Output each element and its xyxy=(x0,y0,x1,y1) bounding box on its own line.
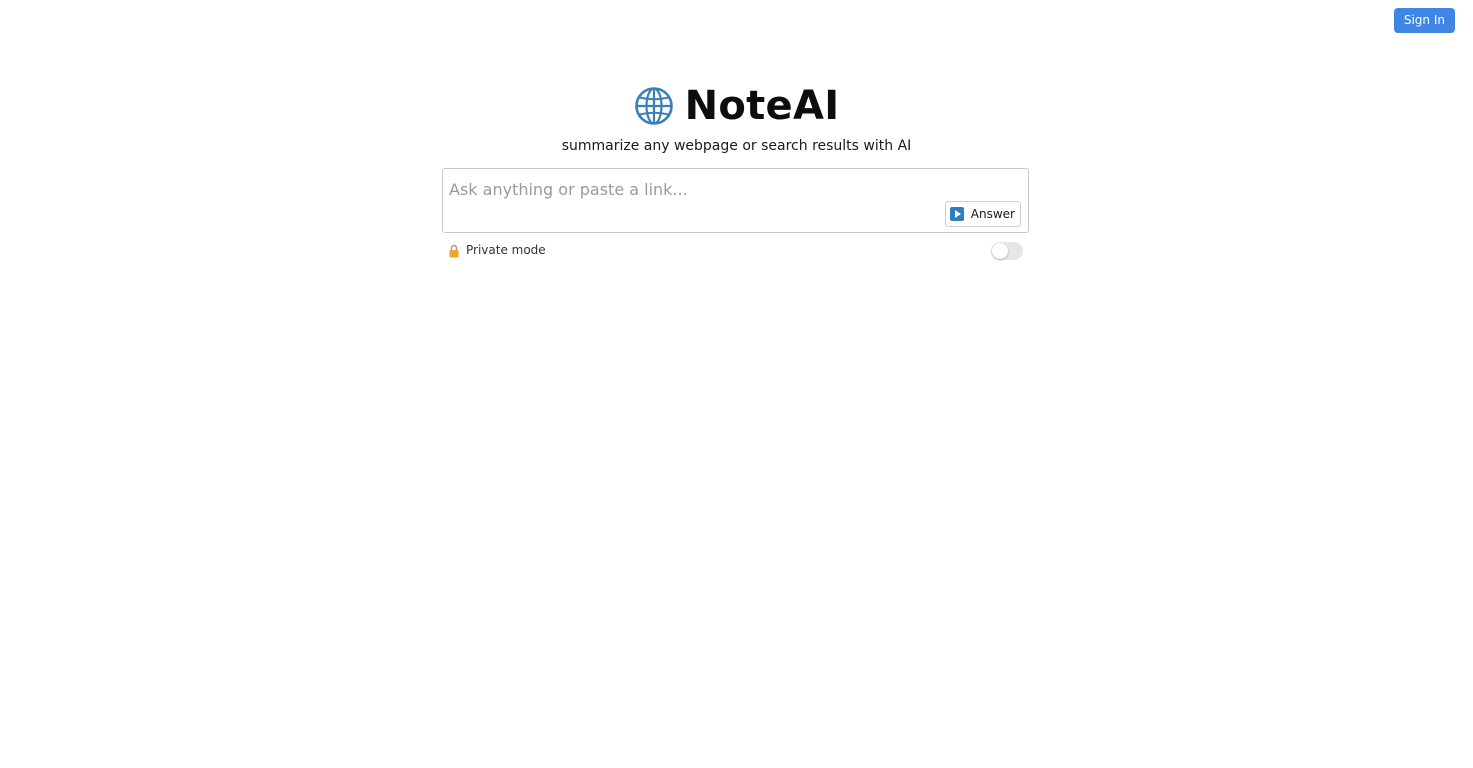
search-box: Answer xyxy=(442,168,1029,233)
sign-in-button[interactable]: Sign In xyxy=(1393,8,1455,33)
private-mode-row: Private mode xyxy=(442,240,1029,262)
lock-icon xyxy=(449,244,459,258)
brand-title: NoteAI xyxy=(684,83,840,129)
search-input[interactable] xyxy=(449,176,949,202)
globe-icon xyxy=(634,87,673,125)
toggle-knob xyxy=(992,243,1008,259)
answer-button-label: Answer xyxy=(970,207,1015,221)
play-icon xyxy=(949,207,964,221)
private-mode-toggle[interactable] xyxy=(991,242,1023,260)
answer-button[interactable]: Answer xyxy=(944,201,1021,227)
page: Sign In NoteAI summarize any webpage or … xyxy=(0,0,1473,768)
tagline: summarize any webpage or search results … xyxy=(561,138,912,154)
private-mode-label: Private mode xyxy=(466,243,546,257)
brand: NoteAI xyxy=(0,80,1473,132)
